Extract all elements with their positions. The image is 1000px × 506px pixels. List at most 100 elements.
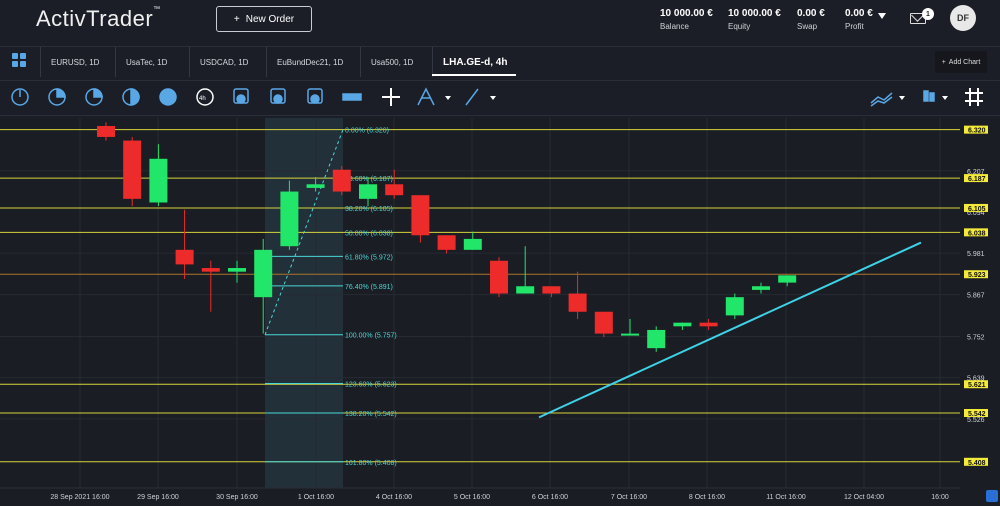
fib-zone (265, 118, 343, 488)
chevron-down-icon[interactable] (878, 13, 886, 19)
candle-body (201, 268, 220, 272)
price-tag-label: 6.187 (968, 176, 986, 183)
fib-label: 23.60% (6.187) (345, 176, 393, 183)
candle-body (778, 275, 797, 283)
active-tab-indicator (432, 74, 516, 76)
x-tick-label: 6 Oct 16:00 (532, 494, 568, 501)
crosshair-icon[interactable] (382, 88, 400, 106)
notification-badge: 1 (922, 8, 934, 20)
chart-toolbar: 4h (0, 80, 1000, 116)
price-tag-label: 6.038 (968, 230, 986, 237)
candle-body (175, 249, 194, 265)
equity-label: Equity (728, 22, 751, 31)
candle-body (280, 191, 299, 247)
chart-tabs: EURUSD, 1D UsaTec, 1D USDCAD, 1D EuBundD… (0, 46, 1000, 77)
fib-label: 61.80% (5.972) (345, 254, 393, 261)
candle-body (97, 126, 115, 137)
candle-body (699, 322, 718, 327)
price-tag-label: 6.320 (968, 128, 986, 135)
balance-value: 10 000.00 € (660, 8, 713, 19)
fib-label: 38.20% (6.105) (345, 206, 393, 213)
plus-icon: + (941, 58, 946, 66)
candle-body (568, 293, 587, 312)
tab-eurusd[interactable]: EURUSD, 1D (40, 47, 113, 77)
candle-body (149, 158, 168, 203)
x-tick-label: 16:00 (931, 494, 949, 501)
x-tick-label: 4 Oct 16:00 (376, 494, 412, 501)
x-tick-label: 29 Sep 16:00 (137, 494, 179, 501)
price-tag-label: 5.542 (968, 411, 986, 418)
fib-label: 0.00% (6.320) (345, 128, 389, 135)
layout-grid-icon[interactable] (12, 53, 26, 67)
month-icon[interactable] (307, 88, 323, 104)
price-tag-label: 5.621 (968, 382, 986, 389)
candle-body (359, 184, 377, 199)
swap-stat: 0.00 € Swap (797, 8, 825, 31)
clock-icon[interactable] (11, 88, 29, 106)
equity-stat: 10 000.00 € Equity (728, 8, 781, 31)
tab-label: Usa500, 1D (371, 57, 414, 67)
candle-body (228, 268, 246, 272)
x-tick-label: 30 Sep 16:00 (216, 494, 258, 501)
chevron-down-icon[interactable] (942, 96, 948, 100)
y-tick-label: 5.981 (967, 251, 985, 258)
indicators-icon[interactable] (870, 92, 893, 107)
top-bar: ActivTrader™ + New Order 10 000.00 € Balan… (0, 0, 1000, 40)
balance-label: Balance (660, 22, 689, 31)
clock-quarter-icon[interactable] (85, 88, 103, 106)
candle-body (123, 140, 142, 199)
profit-label: Profit (845, 22, 864, 31)
candle-body (332, 169, 351, 192)
candle-body (254, 249, 273, 298)
chevron-down-icon[interactable] (445, 96, 451, 100)
add-chart-label: Add Chart (948, 58, 981, 66)
swap-value: 0.00 € (797, 8, 825, 19)
tab-eubund[interactable]: EuBundDec21, 1D (266, 47, 359, 77)
price-tag-label: 5.923 (968, 272, 986, 279)
x-tick-label: 12 Oct 04:00 (844, 494, 884, 501)
day-icon[interactable] (233, 88, 249, 104)
scale-toggle-icon[interactable] (986, 490, 998, 502)
candle-body (463, 238, 482, 250)
app-logo[interactable]: ActivTrader™ (36, 6, 161, 32)
chevron-down-icon[interactable] (490, 96, 496, 100)
candle-body (621, 333, 639, 336)
chevron-down-icon[interactable] (899, 96, 905, 100)
tab-label: USDCAD, 1D (200, 57, 249, 67)
swap-label: Swap (797, 22, 818, 31)
candle-body (673, 322, 692, 327)
price-tag-label: 6.105 (968, 206, 986, 213)
profit-stat: 0.00 € Profit (845, 8, 873, 31)
clock-half-icon[interactable] (48, 88, 66, 106)
add-chart-button[interactable]: + Add Chart (935, 51, 987, 73)
fib-label: 76.40% (5.891) (345, 284, 393, 291)
week-icon[interactable] (270, 88, 286, 104)
avatar[interactable]: DF (950, 5, 976, 31)
tab-usdcad[interactable]: USDCAD, 1D (189, 47, 264, 77)
tab-usatec[interactable]: UsaTec, 1D (115, 47, 188, 77)
price-chart[interactable]: 0.00% (6.320) 23.60% (6.187) 38.20% (6.105… (0, 118, 1000, 506)
new-order-button[interactable]: + New Order (216, 6, 312, 32)
candle-body (306, 184, 325, 188)
moon-icon[interactable] (122, 88, 140, 106)
tab-label: EURUSD, 1D (51, 57, 100, 67)
tab-label: LHA.GE-d, 4h (443, 56, 508, 68)
trendline-icon[interactable] (465, 88, 479, 106)
profit-value: 0.00 € (845, 8, 873, 19)
candle-body (385, 184, 404, 196)
plus-icon: + (233, 13, 240, 25)
grid-icon[interactable] (965, 88, 983, 106)
hour-icon[interactable] (159, 88, 177, 106)
4h-icon[interactable]: 4h (196, 88, 214, 106)
candle-body (725, 297, 744, 316)
y-tick-label: 5.867 (967, 293, 985, 300)
candle-type-icon[interactable] (923, 90, 935, 102)
pitchfork-icon[interactable] (417, 87, 435, 106)
price-tag-label: 5.408 (968, 460, 986, 467)
equity-value: 10 000.00 € (728, 8, 781, 19)
fib-label: 161.80% (5.408) (345, 460, 397, 467)
ruler-icon[interactable] (342, 93, 362, 101)
chart-svg[interactable]: 0.00% (6.320) 23.60% (6.187) 38.20% (6.105… (0, 118, 1000, 506)
tab-usa500[interactable]: Usa500, 1D (360, 47, 432, 77)
tab-lha[interactable]: LHA.GE-d, 4h (432, 47, 522, 77)
